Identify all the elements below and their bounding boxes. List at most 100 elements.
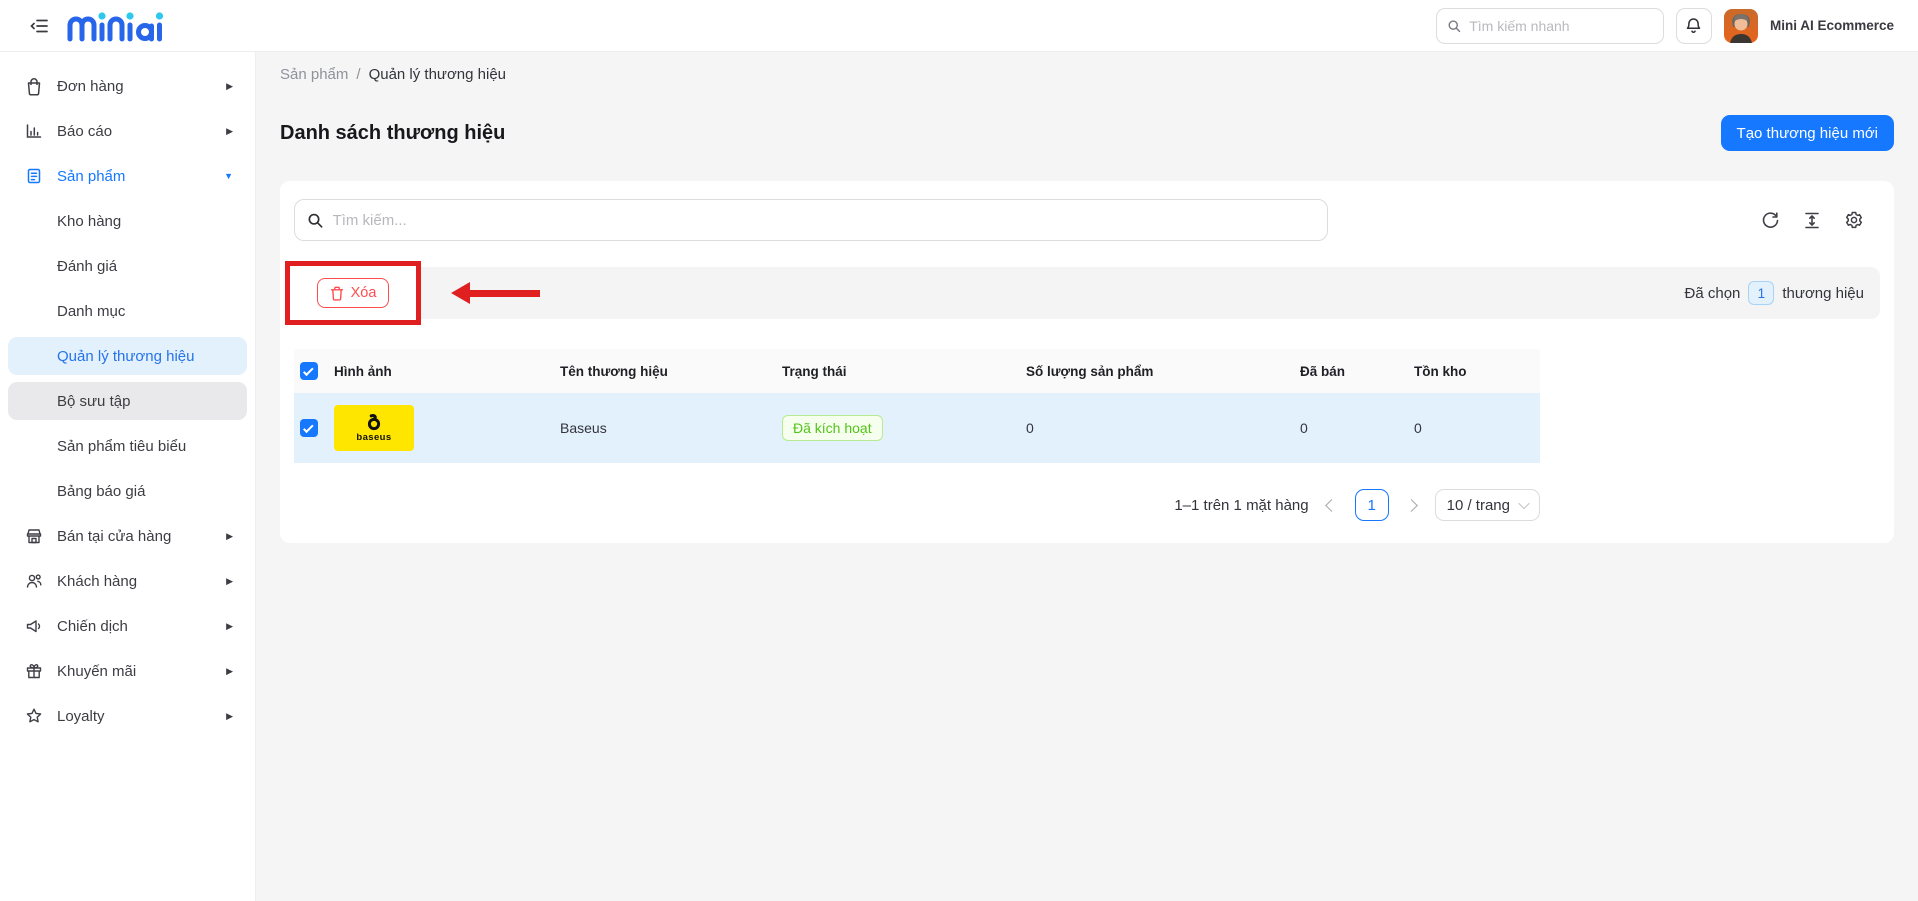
bulk-delete-label: Xóa (350, 285, 377, 301)
account-name: Mini AI Ecommerce (1769, 18, 1894, 33)
brand-stock-cell: 0 (1414, 393, 1540, 463)
brand-list-card: Xóa Đã chọn 1 thương hiệu (280, 181, 1894, 543)
sidebar-item-store-sales[interactable]: Bán tại cửa hàng ▶ (8, 517, 247, 555)
brand-name-cell: Baseus (560, 393, 782, 463)
sidebar-item-products[interactable]: Sản phẩm ▼ (8, 157, 247, 195)
refresh-icon[interactable] (1760, 210, 1780, 230)
baseus-glyph-icon (367, 413, 381, 430)
chevron-right-icon: ▶ (226, 125, 233, 136)
chevron-right-icon: ▶ (226, 620, 233, 631)
breadcrumb: Sản phẩm / Quản lý thương hiệu (280, 66, 1894, 83)
brand-thumbnail[interactable]: baseus (334, 405, 414, 451)
page-size-select[interactable]: 10 / trang (1434, 489, 1540, 521)
sidebar-item-label: Khách hàng (57, 572, 138, 590)
breadcrumb-parent[interactable]: Sản phẩm (280, 66, 348, 83)
sidebar-item-label: Kho hàng (57, 212, 122, 230)
sidebar-item-reviews[interactable]: Đánh giá (8, 247, 247, 285)
current-page-button[interactable]: 1 (1354, 489, 1389, 521)
sidebar-item-loyalty[interactable]: Loyalty ▶ (8, 697, 247, 735)
chevron-right-icon: ▶ (226, 710, 233, 721)
brand-quantity-cell: 0 (1026, 393, 1300, 463)
breadcrumb-current: Quản lý thương hiệu (368, 66, 507, 83)
selected-suffix: thương hiệu (1782, 284, 1864, 302)
pagination: 1–1 trên 1 mặt hàng 1 10 / trang (294, 489, 1540, 521)
brand-sold-cell: 0 (1300, 393, 1414, 463)
notifications-button[interactable] (1675, 7, 1712, 44)
sidebar-item-label: Bộ sưu tập (57, 392, 131, 410)
customers-icon (24, 572, 43, 591)
select-all-checkbox[interactable] (300, 362, 318, 380)
next-page-button[interactable] (1399, 492, 1425, 518)
column-header-status: Trạng thái (782, 349, 1026, 393)
page-title: Danh sách thương hiệu (280, 121, 506, 144)
sidebar-item-campaigns[interactable]: Chiến dịch ▶ (8, 607, 247, 645)
sidebar-item-label: Sản phẩm (57, 167, 126, 185)
sidebar: Đơn hàng ▶ Báo cáo ▶ Sản phẩm ▼ Kho hàng… (0, 52, 256, 901)
sidebar-collapse-icon[interactable] (28, 14, 52, 38)
bulk-delete-button[interactable]: Xóa (316, 278, 390, 308)
sidebar-item-label: Quản lý thương hiệu (57, 347, 195, 365)
create-brand-button[interactable]: Tạo thương hiệu mới (1720, 115, 1894, 151)
annotation-highlight-box: Xóa (285, 261, 421, 325)
table-header-row: Hình ảnh Tên thương hiệu Trạng thái Số l… (294, 349, 1540, 393)
sidebar-item-label: Bán tại cửa hàng (57, 527, 172, 545)
annotation-arrow (451, 282, 540, 304)
column-header-image: Hình ảnh (334, 349, 560, 393)
store-icon (24, 527, 43, 546)
sidebar-item-label: Khuyến mãi (57, 662, 137, 680)
search-icon (1448, 19, 1461, 32)
pagination-total: 1–1 trên 1 mặt hàng (1174, 496, 1309, 514)
bag-icon (24, 77, 43, 96)
sidebar-item-reports[interactable]: Báo cáo ▶ (8, 112, 247, 150)
sidebar-item-customers[interactable]: Khách hàng ▶ (8, 562, 247, 600)
sidebar-item-warehouse[interactable]: Kho hàng (8, 202, 247, 240)
global-search[interactable] (1435, 7, 1664, 44)
product-icon (24, 167, 43, 186)
sidebar-item-brand-management[interactable]: Quản lý thương hiệu (8, 337, 247, 375)
selected-count-badge: 1 (1748, 281, 1775, 305)
sidebar-item-price-list[interactable]: Bảng báo giá (8, 472, 247, 510)
sidebar-item-label: Bảng báo giá (57, 482, 146, 500)
global-search-input[interactable] (1469, 17, 1653, 34)
prev-page-button[interactable] (1319, 492, 1345, 518)
table-row[interactable]: baseus Baseus Đã kích hoạt 0 0 0 (294, 393, 1540, 463)
sidebar-item-categories[interactable]: Danh mục (8, 292, 247, 330)
selected-prefix: Đã chọn (1684, 284, 1741, 302)
sidebar-item-promotions[interactable]: Khuyến mãi ▶ (8, 652, 247, 690)
table-search-input[interactable] (332, 211, 1315, 229)
chevron-right-icon: ▶ (226, 530, 233, 541)
status-badge: Đã kích hoạt (782, 415, 883, 441)
breadcrumb-separator: / (356, 66, 361, 83)
avatar[interactable] (1723, 8, 1758, 43)
column-header-quantity: Số lượng sản phẩm (1026, 349, 1300, 393)
brand-logo[interactable] (66, 10, 166, 42)
column-header-name: Tên thương hiệu (560, 349, 782, 393)
search-icon (308, 213, 323, 228)
main-content: Sản phẩm / Quản lý thương hiệu Danh sách… (256, 52, 1918, 901)
sidebar-item-label: Báo cáo (57, 122, 113, 140)
sidebar-item-label: Sản phẩm tiêu biểu (57, 437, 187, 455)
sidebar-item-label: Chiến dịch (57, 617, 128, 635)
row-checkbox[interactable] (300, 419, 318, 437)
chevron-right-icon: ▶ (226, 665, 233, 676)
chevron-right-icon: ▶ (226, 575, 233, 586)
column-header-sold: Đã bán (1300, 349, 1414, 393)
trash-icon (330, 286, 343, 301)
top-header: Mini AI Ecommerce (0, 0, 1918, 52)
sidebar-item-collections[interactable]: Bộ sưu tập (8, 382, 247, 420)
row-height-icon[interactable] (1802, 210, 1822, 230)
page-size-value: 10 / trang (1446, 496, 1510, 514)
sidebar-item-featured-products[interactable]: Sản phẩm tiêu biểu (8, 427, 247, 465)
sidebar-item-label: Danh mục (57, 302, 126, 320)
settings-gear-icon[interactable] (1844, 210, 1864, 230)
sidebar-item-label: Đơn hàng (57, 77, 124, 95)
table-search[interactable] (294, 199, 1328, 241)
brand-table: Hình ảnh Tên thương hiệu Trạng thái Số l… (294, 349, 1540, 463)
column-header-stock: Tồn kho (1414, 349, 1540, 393)
bulk-action-bar: Xóa Đã chọn 1 thương hiệu (285, 261, 1880, 325)
gift-icon (24, 662, 43, 681)
chart-icon (24, 122, 43, 141)
sidebar-item-orders[interactable]: Đơn hàng ▶ (8, 67, 247, 105)
chevron-down-icon: ▼ (224, 171, 233, 181)
selected-info: Đã chọn 1 thương hiệu (1685, 281, 1864, 305)
